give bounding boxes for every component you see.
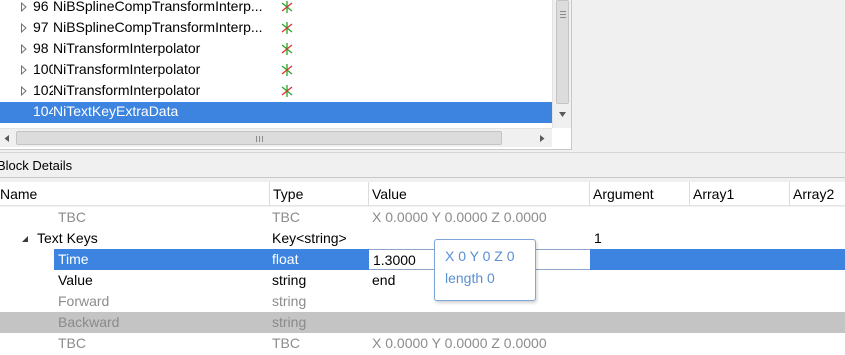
- row-name: Time: [58, 251, 89, 267]
- details-header: Name Type Value Argument Array1 Array2: [0, 182, 845, 206]
- expand-arrow-icon[interactable]: [20, 65, 28, 75]
- column-header-argument[interactable]: Argument: [590, 182, 690, 206]
- tree-vertical-scrollbar[interactable]: [552, 0, 571, 128]
- scroll-down-arrow-icon[interactable]: [558, 110, 567, 119]
- nifskope-window: 96 NiBSplineCompTransformInterp... 97 NiBSp…: [0, 0, 845, 355]
- expand-arrow-icon[interactable]: [20, 44, 28, 54]
- block-number: 100: [33, 61, 53, 77]
- block-number: 104: [33, 103, 53, 119]
- row-argument: 1: [594, 230, 602, 246]
- column-header-type[interactable]: Type: [270, 182, 369, 206]
- tree-row[interactable]: 102NiTransformInterpolator: [0, 81, 552, 102]
- block-details-title-bar: Block Details: [0, 152, 845, 178]
- table-row[interactable]: TBC TBC X 0.0000 Y 0.0000 Z 0.0000: [0, 207, 845, 228]
- block-number: 102: [33, 82, 53, 98]
- tree-row[interactable]: 100NiTransformInterpolator: [0, 60, 552, 81]
- row-type: float: [272, 251, 299, 267]
- link-star-icon: [280, 42, 294, 56]
- link-star-icon: [280, 84, 294, 98]
- block-type-name: NiTransformInterpolator: [53, 82, 201, 98]
- tooltip-line-vector: X 0 Y 0 Z 0: [445, 248, 515, 264]
- scroll-left-arrow-icon[interactable]: [3, 134, 11, 143]
- row-type: string: [272, 272, 307, 288]
- row-type: TBC: [272, 335, 300, 351]
- block-type-name: NiBSplineCompTransformInterp...: [53, 0, 263, 14]
- expand-arrow-icon[interactable]: [20, 2, 28, 12]
- column-header-array2[interactable]: Array2: [790, 182, 845, 206]
- tree-row[interactable]: 98 NiTransformInterpolator: [0, 39, 552, 60]
- row-type: string: [272, 314, 307, 330]
- row-value: X 0.0000 Y 0.0000 Z 0.0000: [372, 209, 547, 225]
- block-type-name: NiBSplineCompTransformInterp...: [53, 19, 263, 35]
- expanded-arrow-icon[interactable]: [21, 235, 29, 243]
- block-list-tree: 96 NiBSplineCompTransformInterp... 97 NiBSp…: [0, 0, 572, 150]
- tree-horizontal-scroll-thumb[interactable]: [16, 131, 502, 145]
- row-name: Backward: [58, 314, 120, 330]
- block-type-name: NiTransformInterpolator: [53, 61, 201, 77]
- table-row[interactable]: Value string end: [0, 270, 845, 291]
- tree-vertical-scroll-thumb[interactable]: [556, 0, 569, 104]
- row-type: string: [272, 293, 307, 309]
- block-number: 96: [33, 0, 49, 14]
- row-type: Key<string>: [272, 230, 347, 246]
- table-row-selected[interactable]: Time float 1.3000: [0, 249, 845, 270]
- column-header-array1[interactable]: Array1: [690, 182, 790, 206]
- row-value: end: [372, 272, 396, 288]
- expand-arrow-icon[interactable]: [20, 23, 28, 33]
- table-row[interactable]: TBC TBC X 0.0000 Y 0.0000 Z 0.0000: [0, 333, 845, 354]
- tree-row-selected[interactable]: 104NiTextKeyExtraData: [0, 102, 552, 123]
- row-name: Value: [58, 272, 93, 288]
- row-value-editor-text[interactable]: 1.3000: [373, 252, 416, 268]
- row-name: Text Keys: [37, 230, 98, 246]
- block-type-name: NiTextKeyExtraData: [53, 103, 179, 119]
- row-type: TBC: [272, 209, 300, 225]
- expand-arrow-icon[interactable]: [20, 86, 28, 96]
- column-header-value[interactable]: Value: [369, 182, 590, 206]
- table-row[interactable]: Forward string: [0, 291, 845, 312]
- link-star-icon: [280, 0, 294, 14]
- block-type-name: NiTransformInterpolator: [53, 40, 201, 56]
- row-name: TBC: [58, 335, 86, 351]
- column-header-name[interactable]: Name: [0, 182, 270, 206]
- link-star-icon: [280, 21, 294, 35]
- tree-row[interactable]: 97 NiBSplineCompTransformInterp...: [0, 18, 552, 39]
- tree-row[interactable]: 96 NiBSplineCompTransformInterp...: [0, 0, 552, 18]
- scroll-right-arrow-icon[interactable]: [538, 134, 546, 143]
- link-star-icon: [280, 63, 294, 77]
- block-number: 97: [33, 19, 49, 35]
- row-name: TBC: [58, 209, 86, 225]
- block-details-title: Block Details: [0, 158, 73, 173]
- block-number: 98: [33, 40, 49, 56]
- row-value: X 0.0000 Y 0.0000 Z 0.0000: [372, 335, 547, 351]
- table-row[interactable]: Text Keys Key<string> 1: [0, 228, 845, 249]
- tooltip-line-length: length 0: [445, 270, 495, 286]
- table-row[interactable]: Backward string: [0, 312, 845, 333]
- tree-horizontal-scrollbar[interactable]: [0, 128, 552, 147]
- row-name: Forward: [58, 293, 110, 309]
- details-grid: TBC TBC X 0.0000 Y 0.0000 Z 0.0000 Text …: [0, 207, 845, 355]
- value-tooltip: X 0 Y 0 Z 0 length 0: [434, 239, 536, 301]
